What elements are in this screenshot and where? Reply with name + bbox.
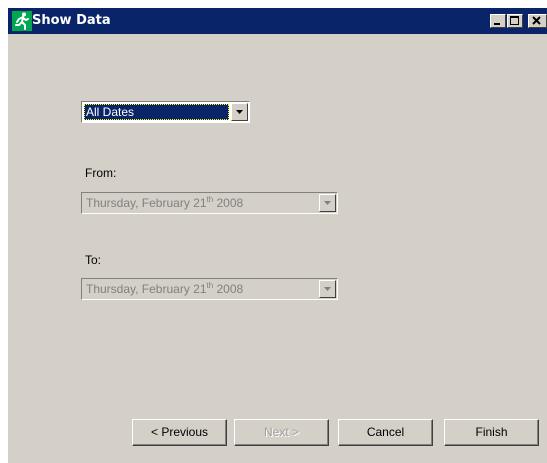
to-date-dropdown-button[interactable]	[319, 280, 336, 298]
date-range-dropdown-button[interactable]	[231, 103, 248, 121]
from-date-value: Thursday, February 21th 2008	[84, 195, 317, 211]
to-date-picker[interactable]: Thursday, February 21th 2008	[81, 278, 338, 300]
maximize-button[interactable]	[507, 14, 523, 28]
close-icon	[532, 16, 541, 25]
close-button[interactable]	[528, 14, 547, 28]
maximize-icon	[510, 16, 519, 25]
window-title: Show Data	[32, 13, 111, 28]
to-label: To:	[85, 253, 102, 267]
cancel-button[interactable]: Cancel	[338, 419, 433, 446]
previous-button[interactable]: < Previous	[132, 419, 227, 446]
chevron-down-icon	[324, 287, 331, 291]
minimize-icon	[494, 23, 500, 25]
date-range-select[interactable]: All Dates	[81, 101, 250, 123]
chevron-down-icon	[324, 201, 331, 205]
to-date-value: Thursday, February 21th 2008	[84, 281, 317, 297]
show-data-window: Show Data All Dates From: Thursday, Febr…	[8, 8, 547, 463]
from-label: From:	[85, 166, 117, 180]
running-man-icon	[12, 11, 32, 31]
chevron-down-icon	[236, 110, 243, 114]
finish-button[interactable]: Finish	[444, 419, 539, 446]
minimize-button[interactable]	[490, 14, 506, 28]
from-date-dropdown-button[interactable]	[319, 194, 336, 212]
date-range-selected-value: All Dates	[84, 104, 229, 120]
next-button[interactable]: Next >	[234, 419, 329, 446]
title-bar[interactable]: Show Data	[8, 8, 547, 34]
from-date-picker[interactable]: Thursday, February 21th 2008	[81, 192, 338, 214]
